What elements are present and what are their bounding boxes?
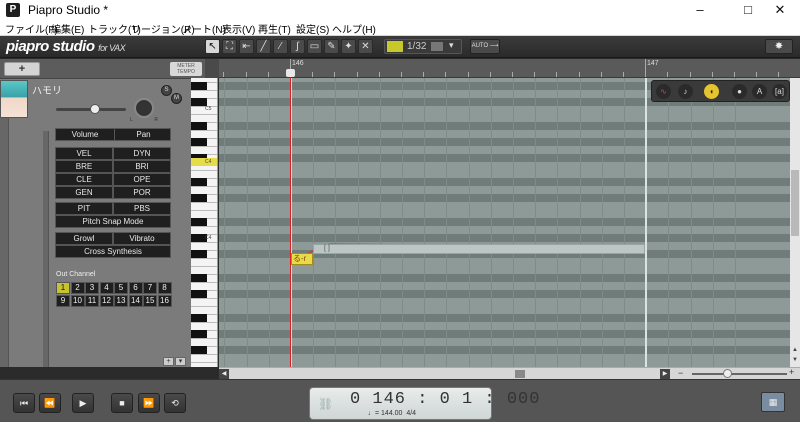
rewind-icon[interactable]: ⏪ [39, 393, 61, 413]
scroll-down-arrow-icon[interactable]: ▼ [790, 356, 800, 364]
loop-icon[interactable]: ⟲ [164, 393, 186, 413]
playhead[interactable] [290, 70, 291, 367]
stop-icon[interactable]: ■ [111, 393, 133, 413]
bracket-icon[interactable]: [a] [772, 84, 787, 99]
vertical-scrollbar[interactable]: ▲ ▼ [790, 78, 800, 367]
tempo-readout[interactable]: ♩= 144.00 4/4 [368, 410, 416, 417]
scroll-right-arrow-icon[interactable]: ▶ [660, 369, 670, 379]
pitch-curve-icon[interactable]: ∿ [656, 84, 671, 99]
go-to-start-icon[interactable]: ⏮ [13, 393, 35, 413]
position-readout: 0 146 : 0 1 : 000 [350, 390, 541, 409]
ghost-note[interactable]: [ ] [313, 244, 645, 254]
mixer-button-icon[interactable]: ▦ [761, 392, 785, 412]
scroll-up-arrow-icon[interactable]: ▲ [790, 346, 800, 354]
zoom-out-icon[interactable]: − [678, 368, 683, 378]
position-display: ⛓ 0 146 : 0 1 : 000 ♩= 144.00 4/4 [309, 387, 539, 420]
horizontal-scrollbar[interactable]: ◀ ▶ − + [219, 367, 800, 379]
zoom-in-icon[interactable]: + [789, 367, 794, 377]
vertical-scroll-thumb[interactable] [791, 170, 799, 236]
note-params-panel: ∿ ♪ ◖ ● A [a] [651, 80, 790, 102]
note[interactable]: る-r [291, 253, 313, 265]
pitch-draw-icon[interactable]: ♪ [678, 84, 693, 99]
horizontal-scroll-thumb[interactable] [515, 370, 525, 378]
playhead-handle[interactable] [286, 69, 295, 77]
volume-icon[interactable]: ◖ [704, 84, 719, 99]
pitch-curve-overlay [291, 243, 646, 263]
scroll-left-arrow-icon[interactable]: ◀ [219, 369, 229, 379]
fast-forward-icon[interactable]: ⏩ [138, 393, 160, 413]
transport-bar: ⏮ ⏪ ▶ ■ ⏩ ⟲ ⛓ 0 146 : 0 1 : 000 ♩= 144.0… [0, 379, 800, 422]
link-icon[interactable]: ⛓ [318, 397, 333, 411]
zoom-slider[interactable] [692, 373, 787, 375]
play-icon[interactable]: ▶ [72, 393, 94, 413]
mute-voice-icon[interactable]: ● [732, 84, 747, 99]
phoneme-icon[interactable]: A [752, 84, 767, 99]
zoom-slider-knob[interactable] [723, 369, 732, 378]
